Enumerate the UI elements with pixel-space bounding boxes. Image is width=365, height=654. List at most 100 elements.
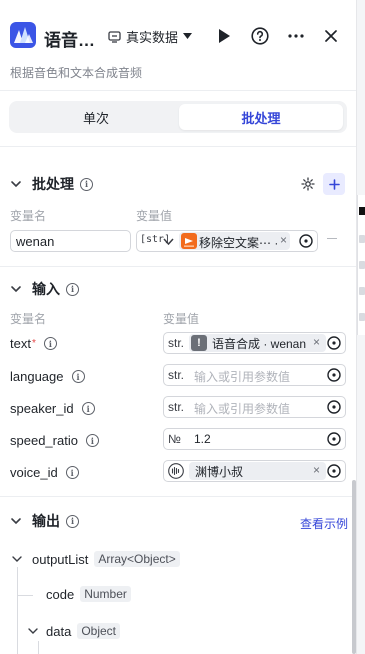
info-icon[interactable]: i (81, 402, 95, 415)
input-name: speaker_id (10, 401, 74, 416)
input-section-header[interactable]: 输入 i (10, 279, 79, 299)
output-field-type: Number (80, 586, 131, 602)
output-field-name: outputList (32, 551, 89, 567)
output-tree-item-data[interactable]: data Object (27, 623, 120, 639)
plus-icon (328, 178, 340, 190)
type-tag: str. (168, 336, 185, 350)
batch-section-header[interactable]: 批处理 i (10, 174, 93, 194)
input-section-title: 输入 (32, 281, 60, 297)
more-icon (288, 34, 304, 38)
batch-ref-label: 移除空文案⋯ · (199, 236, 279, 250)
node-title[interactable]: 语音… (44, 26, 95, 51)
input-name: speed_ratio (10, 433, 78, 448)
warning-icon: ! (191, 335, 207, 351)
output-section-header[interactable]: 输出 i (10, 511, 79, 531)
close-button[interactable] (320, 25, 342, 47)
output-field-type: Array<Object> (94, 551, 180, 567)
target-icon[interactable] (299, 234, 313, 248)
chevron-down-icon (12, 556, 22, 562)
data-source-icon (108, 30, 121, 43)
voice-wave-icon (168, 463, 184, 479)
voice-id-value-input[interactable]: 渊博小叔 × (163, 460, 346, 482)
output-section-title: 输出 (32, 513, 60, 529)
input-row-voice-label: voice_id i (10, 465, 79, 480)
voice-name: 渊博小叔 (195, 464, 244, 479)
input-name: text (10, 336, 31, 351)
remove-voice-icon[interactable]: × (313, 463, 320, 477)
input-row-speed-label: speed_ratio i (10, 433, 99, 448)
tab-batch[interactable]: 批处理 (179, 104, 343, 130)
batch-col-name: 变量名 (10, 209, 47, 223)
placeholder: 输入或引用参数值 (194, 370, 291, 384)
panel-scrollbar[interactable] (352, 480, 356, 654)
language-value-input[interactable]: str. 输入或引用参数值 (163, 364, 346, 386)
tab-single[interactable]: 单次 (14, 104, 178, 130)
batch-settings-button[interactable] (301, 177, 315, 191)
input-col-value: 变量值 (163, 312, 200, 326)
chevron-down-icon[interactable] (163, 237, 174, 246)
chevron-down-icon (11, 518, 21, 525)
type-tag: № (168, 432, 181, 446)
close-icon (325, 30, 337, 42)
text-value-input[interactable]: str. ! 语音合成 · wenan × (163, 332, 346, 354)
speed-ratio-value-input[interactable]: № 1.2 (163, 428, 346, 450)
voice-chip[interactable]: 渊博小叔 × (189, 462, 326, 480)
text-ref-chip[interactable]: ! 语音合成 · wenan × (189, 334, 326, 352)
tree-guide (38, 641, 39, 654)
batch-var-value-input[interactable]: [str] 移除空文案⋯ · × (136, 230, 318, 252)
divider (0, 266, 356, 267)
mode-tabs: 单次 批处理 (9, 101, 347, 133)
app-logo-icon (10, 22, 36, 48)
info-icon[interactable]: i (43, 337, 57, 350)
output-field-name: code (46, 586, 75, 602)
node-config-panel: 语音… 真实数据 根据音色和文本合成音频 单次 批处理 批处理 i 变量名 变量… (0, 0, 357, 654)
caret-down-icon (183, 33, 193, 39)
info-icon[interactable]: i (80, 177, 93, 191)
target-icon[interactable] (327, 464, 341, 478)
info-icon[interactable]: i (71, 370, 85, 383)
data-source-label: 真实数据 (126, 29, 179, 45)
target-icon[interactable] (327, 336, 341, 350)
target-icon[interactable] (327, 368, 341, 382)
batch-ref-chip[interactable]: 移除空文案⋯ · × (179, 232, 290, 250)
target-icon[interactable] (327, 400, 341, 414)
help-button[interactable] (249, 25, 271, 47)
input-row-language-label: language i (10, 369, 85, 384)
node-description: 根据音色和文本合成音频 (10, 66, 143, 80)
text-ref-label: 语音合成 · wenan (212, 336, 307, 351)
node-ref-icon (181, 233, 197, 249)
input-name: voice_id (10, 465, 58, 480)
target-icon[interactable] (327, 432, 341, 446)
help-icon (251, 27, 269, 45)
remove-ref-icon[interactable]: × (280, 233, 287, 247)
adjacent-node-marker (359, 207, 365, 215)
info-icon[interactable]: i (66, 282, 79, 296)
adjacent-node-text (359, 287, 365, 295)
more-button[interactable] (285, 25, 307, 47)
input-name: language (10, 369, 64, 384)
data-source-select[interactable]: 真实数据 (108, 27, 193, 45)
output-field-name: data (46, 623, 72, 639)
info-icon[interactable]: i (85, 434, 99, 447)
tree-guide (17, 595, 33, 596)
output-tree-item-outputlist[interactable]: outputList Array<Object> (11, 551, 180, 567)
speaker-id-value-input[interactable]: str. 输入或引用参数值 (163, 396, 346, 418)
chevron-down-icon (11, 286, 21, 293)
play-icon (219, 29, 230, 43)
info-icon[interactable]: i (65, 466, 79, 479)
info-icon[interactable]: i (66, 514, 79, 528)
add-batch-button[interactable] (323, 173, 345, 195)
remove-batch-row-button[interactable] (327, 238, 337, 240)
remove-ref-icon[interactable]: × (313, 335, 320, 349)
panel-header: 语音… 真实数据 (0, 18, 356, 54)
output-field-type: Object (77, 623, 120, 639)
type-tag: str. (168, 400, 185, 414)
batch-var-name-input[interactable]: wenan (10, 230, 131, 252)
adjacent-node-text (359, 313, 365, 321)
run-button[interactable] (213, 25, 235, 47)
view-example-link[interactable]: 查看示例 (300, 515, 348, 532)
gear-icon (301, 177, 315, 191)
chevron-down-icon (28, 628, 38, 634)
batch-section-title: 批处理 (32, 176, 74, 192)
chevron-down-icon (11, 181, 21, 188)
